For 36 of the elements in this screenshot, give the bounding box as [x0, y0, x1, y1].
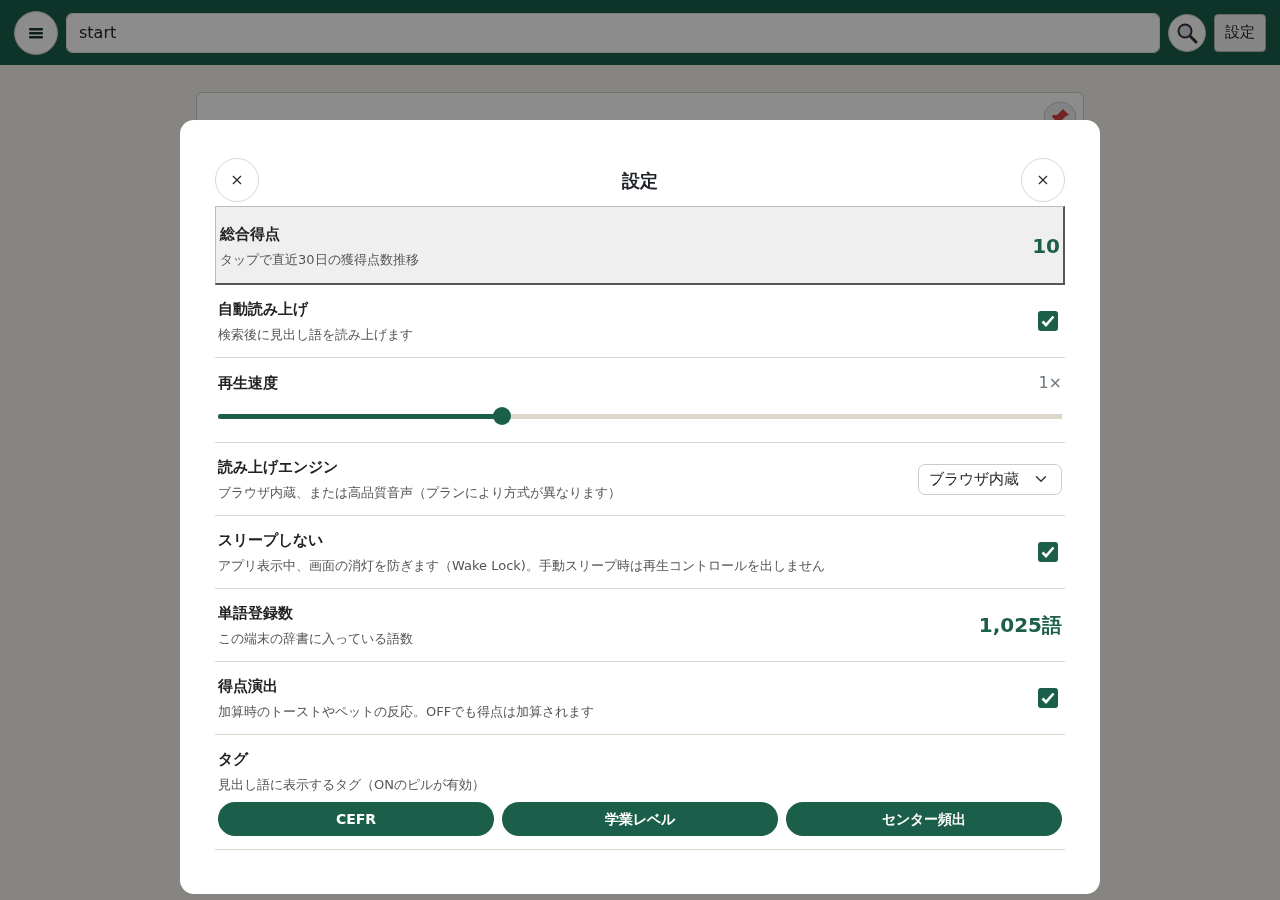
- settings-button[interactable]: 設定: [1214, 13, 1266, 52]
- setting-description: 見出し語に表示するタグ（ONのピルが有効）: [218, 775, 485, 794]
- close-button[interactable]: ×: [1021, 158, 1065, 202]
- tag-pill[interactable]: 学業レベル: [502, 802, 778, 836]
- setting-label: スリープしない: [218, 530, 324, 551]
- menu-icon: [29, 26, 43, 39]
- menu-button[interactable]: [14, 10, 58, 55]
- word-count: 1,025語: [978, 612, 1062, 639]
- search-icon: [1176, 21, 1198, 44]
- setting-description: タップで直近30日の獲得点数推移: [220, 250, 419, 269]
- setting-label: 単語登録数: [218, 603, 294, 624]
- tag-pill[interactable]: CEFR: [218, 802, 494, 836]
- setting-description: 検索後に見出し語を読み上げます: [218, 325, 413, 344]
- setting-description: ブラウザ内蔵、または高品質音声（プランにより方式が異なります）: [218, 483, 621, 502]
- dialog-title: 設定: [622, 168, 658, 193]
- setting-label: 再生速度: [218, 372, 278, 394]
- search-button[interactable]: [1168, 13, 1206, 52]
- slider-thumb[interactable]: [492, 407, 511, 425]
- setting-description: この端末の辞書に入っている語数: [218, 629, 413, 648]
- setting-label: 読み上げエンジン: [218, 457, 339, 478]
- setting-label: タグ: [218, 749, 250, 770]
- setting-label: 自動読み上げ: [218, 299, 310, 320]
- score-value: 10: [1032, 233, 1060, 260]
- setting-label: 総合得点: [220, 224, 281, 245]
- tag-pill[interactable]: センター頻出: [786, 802, 1062, 836]
- checkbox[interactable]: [1038, 542, 1058, 562]
- close-button[interactable]: ×: [215, 158, 259, 202]
- checkbox[interactable]: [1038, 311, 1058, 331]
- setting-description: 加算時のトーストやペットの反応。OFFでも得点は加算されます: [218, 702, 595, 721]
- setting-label: 得点演出: [218, 676, 279, 697]
- speed-reading: 1×: [1038, 372, 1062, 394]
- engine-select[interactable]: ブラウザ内蔵: [918, 463, 1062, 495]
- score-row[interactable]: 総合得点 タップで直近30日の獲得点数推移 10: [215, 206, 1065, 285]
- search-field[interactable]: start: [66, 12, 1160, 53]
- checkbox[interactable]: [1038, 688, 1058, 708]
- setting-description: アプリ表示中、画面の消灯を防ぎます（Wake Lock)。手動スリープ時は再生コントロールを出しません: [218, 556, 825, 575]
